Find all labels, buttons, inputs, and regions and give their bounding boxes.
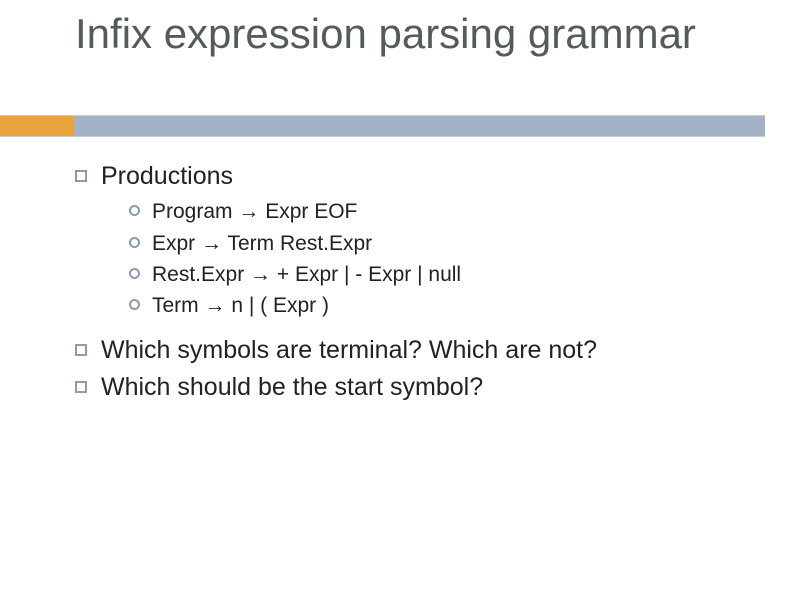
slide-body: Productions Program → Expr EOF Expr → Te… [75,155,755,409]
accent-orange-bar [0,115,74,137]
list-item-text: Term → n | ( Expr ) [152,292,329,320]
square-bullet-icon [75,344,87,356]
list-item-text: Which symbols are terminal? Which are no… [101,335,597,366]
circle-bullet-icon [129,205,140,216]
title-underline [0,115,800,137]
circle-bullet-icon [129,299,140,310]
sub-list: Program → Expr EOF Expr → Term Rest.Expr… [129,198,755,320]
list-item: Program → Expr EOF [129,198,755,226]
list-item-text: Program → Expr EOF [152,198,357,226]
list-item: Expr → Term Rest.Expr [129,230,755,258]
list-item: Term → n | ( Expr ) [129,292,755,320]
list-item-text: Rest.Expr → + Expr | - Expr | null [152,261,461,289]
slide-title: Infix expression parsing grammar [75,10,735,57]
square-bullet-icon [75,170,87,182]
list-item: Productions [75,161,755,192]
list-item: Rest.Expr → + Expr | - Expr | null [129,261,755,289]
list-item: Which symbols are terminal? Which are no… [75,335,755,366]
accent-gray-bar [74,115,765,137]
list-item-text: Which should be the start symbol? [101,372,483,403]
circle-bullet-icon [129,268,140,279]
list-item-text: Expr → Term Rest.Expr [152,230,372,258]
square-bullet-icon [75,381,87,393]
circle-bullet-icon [129,237,140,248]
list-item: Which should be the start symbol? [75,372,755,403]
list-item-text: Productions [101,161,233,192]
